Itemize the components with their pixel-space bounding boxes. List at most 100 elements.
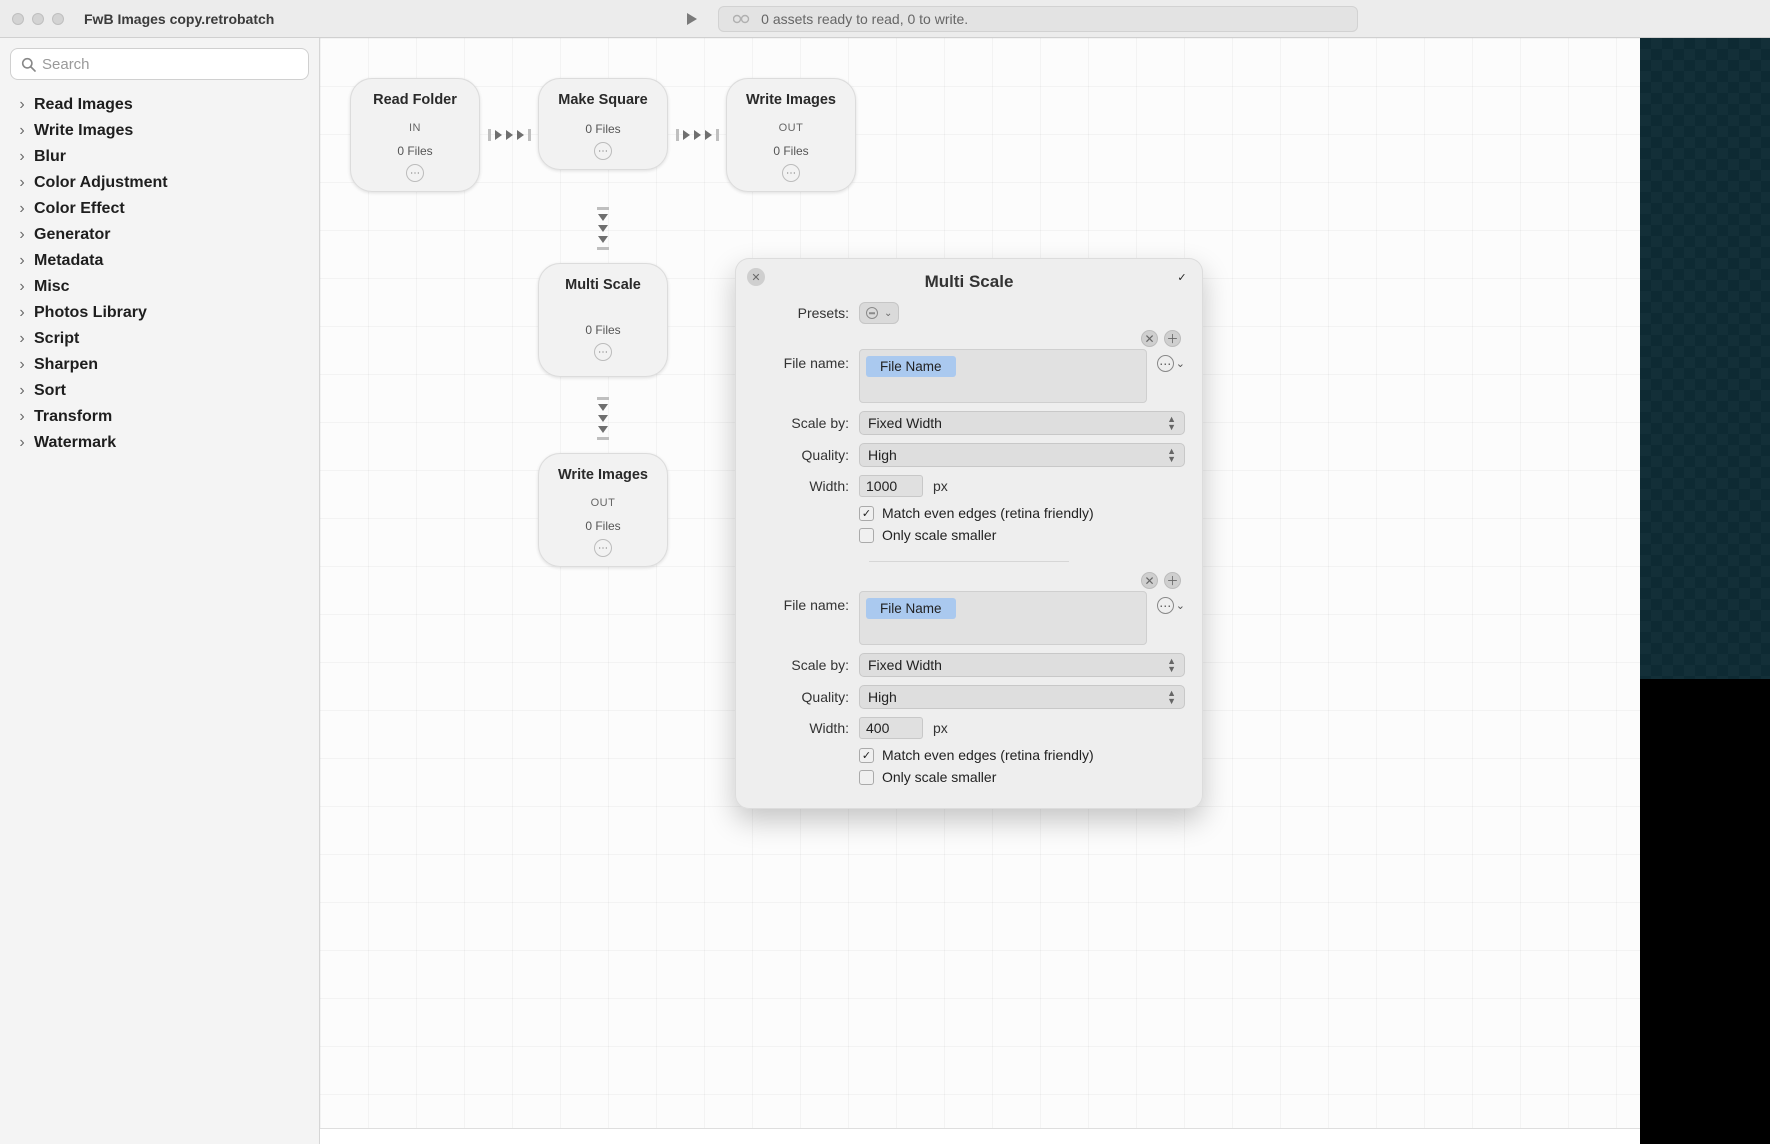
- preview-transparency: [1640, 38, 1770, 679]
- category-item[interactable]: › Generator: [12, 222, 311, 248]
- quality-label: Quality:: [753, 689, 849, 705]
- preview-black: [1640, 679, 1770, 1144]
- run-button[interactable]: [684, 11, 700, 27]
- add-preset-button[interactable]: ＋: [1164, 330, 1181, 347]
- search-input[interactable]: [42, 56, 298, 73]
- node-multi-scale[interactable]: Multi Scale 0 Files ⋯: [538, 263, 668, 377]
- category-item[interactable]: › Blur: [12, 144, 311, 170]
- width-unit: px: [933, 720, 948, 736]
- node-read-folder[interactable]: Read Folder IN 0 Files ⋯: [350, 78, 480, 192]
- category-item[interactable]: › Photos Library: [12, 300, 311, 326]
- node-title: Write Images: [546, 467, 660, 483]
- no-preset-icon: [866, 307, 878, 319]
- window-titlebar: FwB Images copy.retrobatch 0 assets read…: [0, 0, 1770, 38]
- width-unit: px: [933, 478, 948, 494]
- ellipsis-icon[interactable]: ⋯: [782, 164, 800, 182]
- presets-dropdown[interactable]: ⌄: [859, 302, 899, 324]
- width-input[interactable]: [859, 475, 923, 497]
- chevron-right-icon: ›: [16, 304, 28, 322]
- match-edges-label: Match even edges (retina friendly): [882, 505, 1094, 521]
- quality-value: High: [868, 689, 897, 705]
- token-menu-button[interactable]: ⋯: [1157, 355, 1174, 372]
- connector: [596, 388, 610, 448]
- only-smaller-label: Only scale smaller: [882, 527, 996, 543]
- category-item[interactable]: › Write Images: [12, 118, 311, 144]
- category-label: Transform: [34, 408, 112, 426]
- match-edges-checkbox[interactable]: [859, 506, 874, 521]
- status-text: 0 assets ready to read, 0 to write.: [761, 11, 968, 27]
- category-list: › Read Images › Write Images › Blur › Co…: [0, 90, 319, 456]
- category-label: Script: [34, 330, 79, 348]
- bottom-strip: [320, 1128, 1640, 1144]
- connector: [596, 198, 610, 258]
- scale-by-select[interactable]: Fixed Width ▲▼: [859, 411, 1185, 435]
- category-label: Sharpen: [34, 356, 98, 374]
- category-item[interactable]: › Sharpen: [12, 352, 311, 378]
- category-item[interactable]: › Metadata: [12, 248, 311, 274]
- search-field[interactable]: [10, 48, 309, 80]
- up-down-icon: ▲▼: [1167, 415, 1176, 431]
- category-item[interactable]: › Color Effect: [12, 196, 311, 222]
- up-down-icon: ▲▼: [1167, 447, 1176, 463]
- remove-preset-button[interactable]: ✕: [1141, 330, 1158, 347]
- category-label: Color Effect: [34, 200, 125, 218]
- scale-by-label: Scale by:: [753, 415, 849, 431]
- chevron-right-icon: ›: [16, 382, 28, 400]
- node-tag: IN: [358, 122, 472, 134]
- file-name-label: File name:: [753, 349, 849, 371]
- node-subtitle: 0 Files: [546, 323, 660, 337]
- chevron-right-icon: ›: [16, 96, 28, 114]
- node-make-square[interactable]: Make Square 0 Files ⋯: [538, 78, 668, 170]
- category-item[interactable]: › Watermark: [12, 430, 311, 456]
- zoom-window-button[interactable]: [52, 13, 64, 25]
- category-item[interactable]: › Transform: [12, 404, 311, 430]
- node-write-images[interactable]: Write Images OUT 0 Files ⋯: [726, 78, 856, 192]
- width-input[interactable]: [859, 717, 923, 739]
- add-preset-button[interactable]: ＋: [1164, 572, 1181, 589]
- match-edges-checkbox[interactable]: [859, 748, 874, 763]
- ellipsis-icon[interactable]: ⋯: [594, 142, 612, 160]
- ellipsis-icon[interactable]: ⋯: [594, 539, 612, 557]
- quality-select[interactable]: High ▲▼: [859, 443, 1185, 467]
- scale-by-select[interactable]: Fixed Width ▲▼: [859, 653, 1185, 677]
- category-item[interactable]: › Sort: [12, 378, 311, 404]
- width-label: Width:: [753, 478, 849, 494]
- width-label: Width:: [753, 720, 849, 736]
- close-icon[interactable]: ✕: [747, 268, 765, 286]
- node-subtitle: 0 Files: [546, 519, 660, 533]
- canvas[interactable]: Read Folder IN 0 Files ⋯ Make Square 0 F…: [320, 38, 1640, 1144]
- quality-select[interactable]: High ▲▼: [859, 685, 1185, 709]
- sidebar: › Read Images › Write Images › Blur › Co…: [0, 38, 320, 1144]
- up-down-icon: ▲▼: [1167, 657, 1176, 673]
- remove-preset-button[interactable]: ✕: [1141, 572, 1158, 589]
- node-subtitle: 0 Files: [358, 144, 472, 158]
- file-name-label: File name:: [753, 591, 849, 613]
- enabled-checkbox[interactable]: ✓: [1173, 268, 1191, 286]
- category-label: Generator: [34, 226, 110, 244]
- file-name-field[interactable]: File Name: [859, 349, 1147, 403]
- category-item[interactable]: › Color Adjustment: [12, 170, 311, 196]
- node-tag: OUT: [546, 497, 660, 509]
- ellipsis-icon[interactable]: ⋯: [406, 164, 424, 182]
- chevron-right-icon: ›: [16, 200, 28, 218]
- search-icon: [21, 57, 36, 72]
- close-window-button[interactable]: [12, 13, 24, 25]
- node-subtitle: 0 Files: [734, 144, 848, 158]
- chevron-right-icon: ›: [16, 330, 28, 348]
- token-menu-button[interactable]: ⋯: [1157, 597, 1174, 614]
- node-write-images-2[interactable]: Write Images OUT 0 Files ⋯: [538, 453, 668, 567]
- file-name-token[interactable]: File Name: [866, 356, 956, 377]
- file-name-field[interactable]: File Name: [859, 591, 1147, 645]
- chevron-right-icon: ›: [16, 434, 28, 452]
- chevron-right-icon: ›: [16, 252, 28, 270]
- category-item[interactable]: › Read Images: [12, 92, 311, 118]
- minimize-window-button[interactable]: [32, 13, 44, 25]
- category-item[interactable]: › Misc: [12, 274, 311, 300]
- node-title: Multi Scale: [546, 277, 660, 293]
- only-smaller-checkbox[interactable]: [859, 770, 874, 785]
- chevron-right-icon: ›: [16, 122, 28, 140]
- file-name-token[interactable]: File Name: [866, 598, 956, 619]
- ellipsis-icon[interactable]: ⋯: [594, 343, 612, 361]
- category-item[interactable]: › Script: [12, 326, 311, 352]
- only-smaller-checkbox[interactable]: [859, 528, 874, 543]
